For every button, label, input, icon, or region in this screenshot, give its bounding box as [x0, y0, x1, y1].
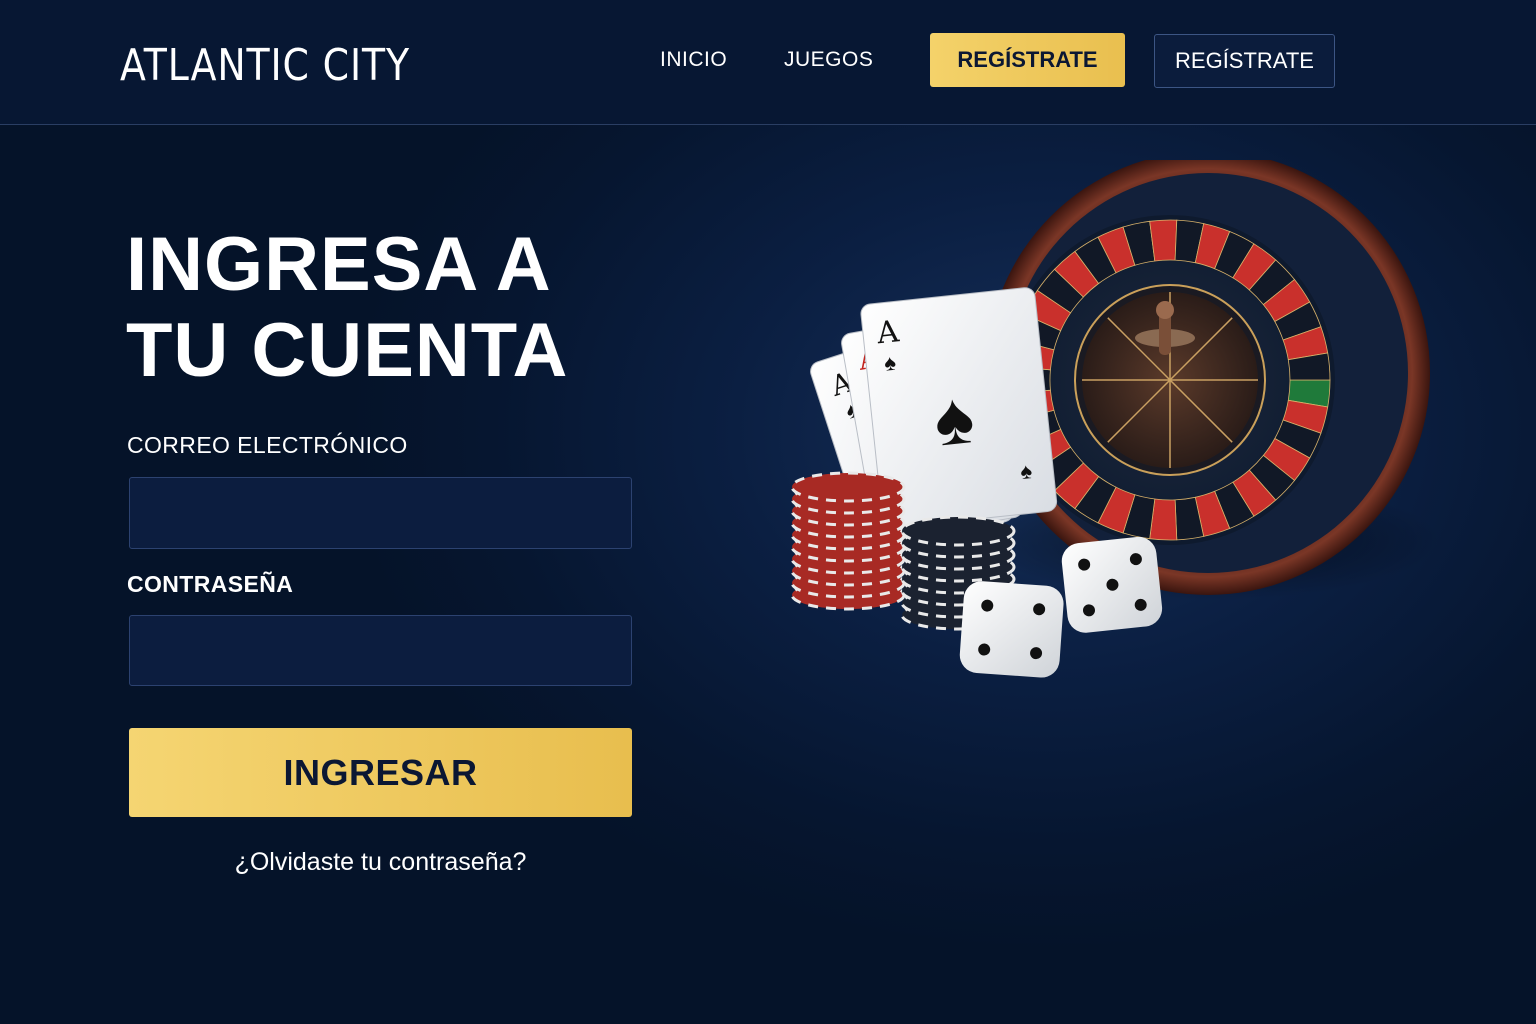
roulette-pocket	[1149, 219, 1178, 262]
login-submit-button[interactable]: INGRESAR	[129, 728, 632, 817]
register-button-primary[interactable]: REGÍSTRATE	[930, 33, 1125, 87]
password-input[interactable]	[129, 615, 632, 686]
site-logo[interactable]: ATLANTIC CITY	[120, 40, 410, 91]
nav-link-inicio[interactable]: INICIO	[660, 48, 727, 72]
password-label: CONTRASEÑA	[127, 571, 294, 597]
roulette-wheel-icon	[980, 160, 1440, 600]
nav-link-juegos[interactable]: JUEGOS	[784, 48, 873, 72]
card-rank: A	[874, 314, 901, 351]
casino-illustration: A ♠ A ♦ A ♠ ♠ ♠	[790, 160, 1440, 678]
page-title: INGRESA A TU CUENTA	[126, 222, 686, 394]
email-input[interactable]	[129, 477, 632, 549]
poker-chip	[900, 515, 1016, 547]
page-title-line-2: TU CUENTA	[126, 308, 569, 393]
email-label: CORREO ELECTRÓNICO	[127, 432, 408, 458]
page-title-line-1: INGRESA A	[126, 222, 552, 307]
register-button-secondary[interactable]: REGÍSTRATE	[1154, 34, 1335, 88]
forgot-password-link[interactable]: ¿Olvidaste tu contraseña?	[129, 848, 632, 877]
red-chip-stack	[790, 471, 906, 611]
top-navbar: ATLANTIC CITY INICIO JUEGOS REGÍSTRATE R…	[0, 0, 1536, 125]
poker-chip	[790, 471, 906, 503]
login-page: ATLANTIC CITY INICIO JUEGOS REGÍSTRATE R…	[0, 0, 1536, 1024]
